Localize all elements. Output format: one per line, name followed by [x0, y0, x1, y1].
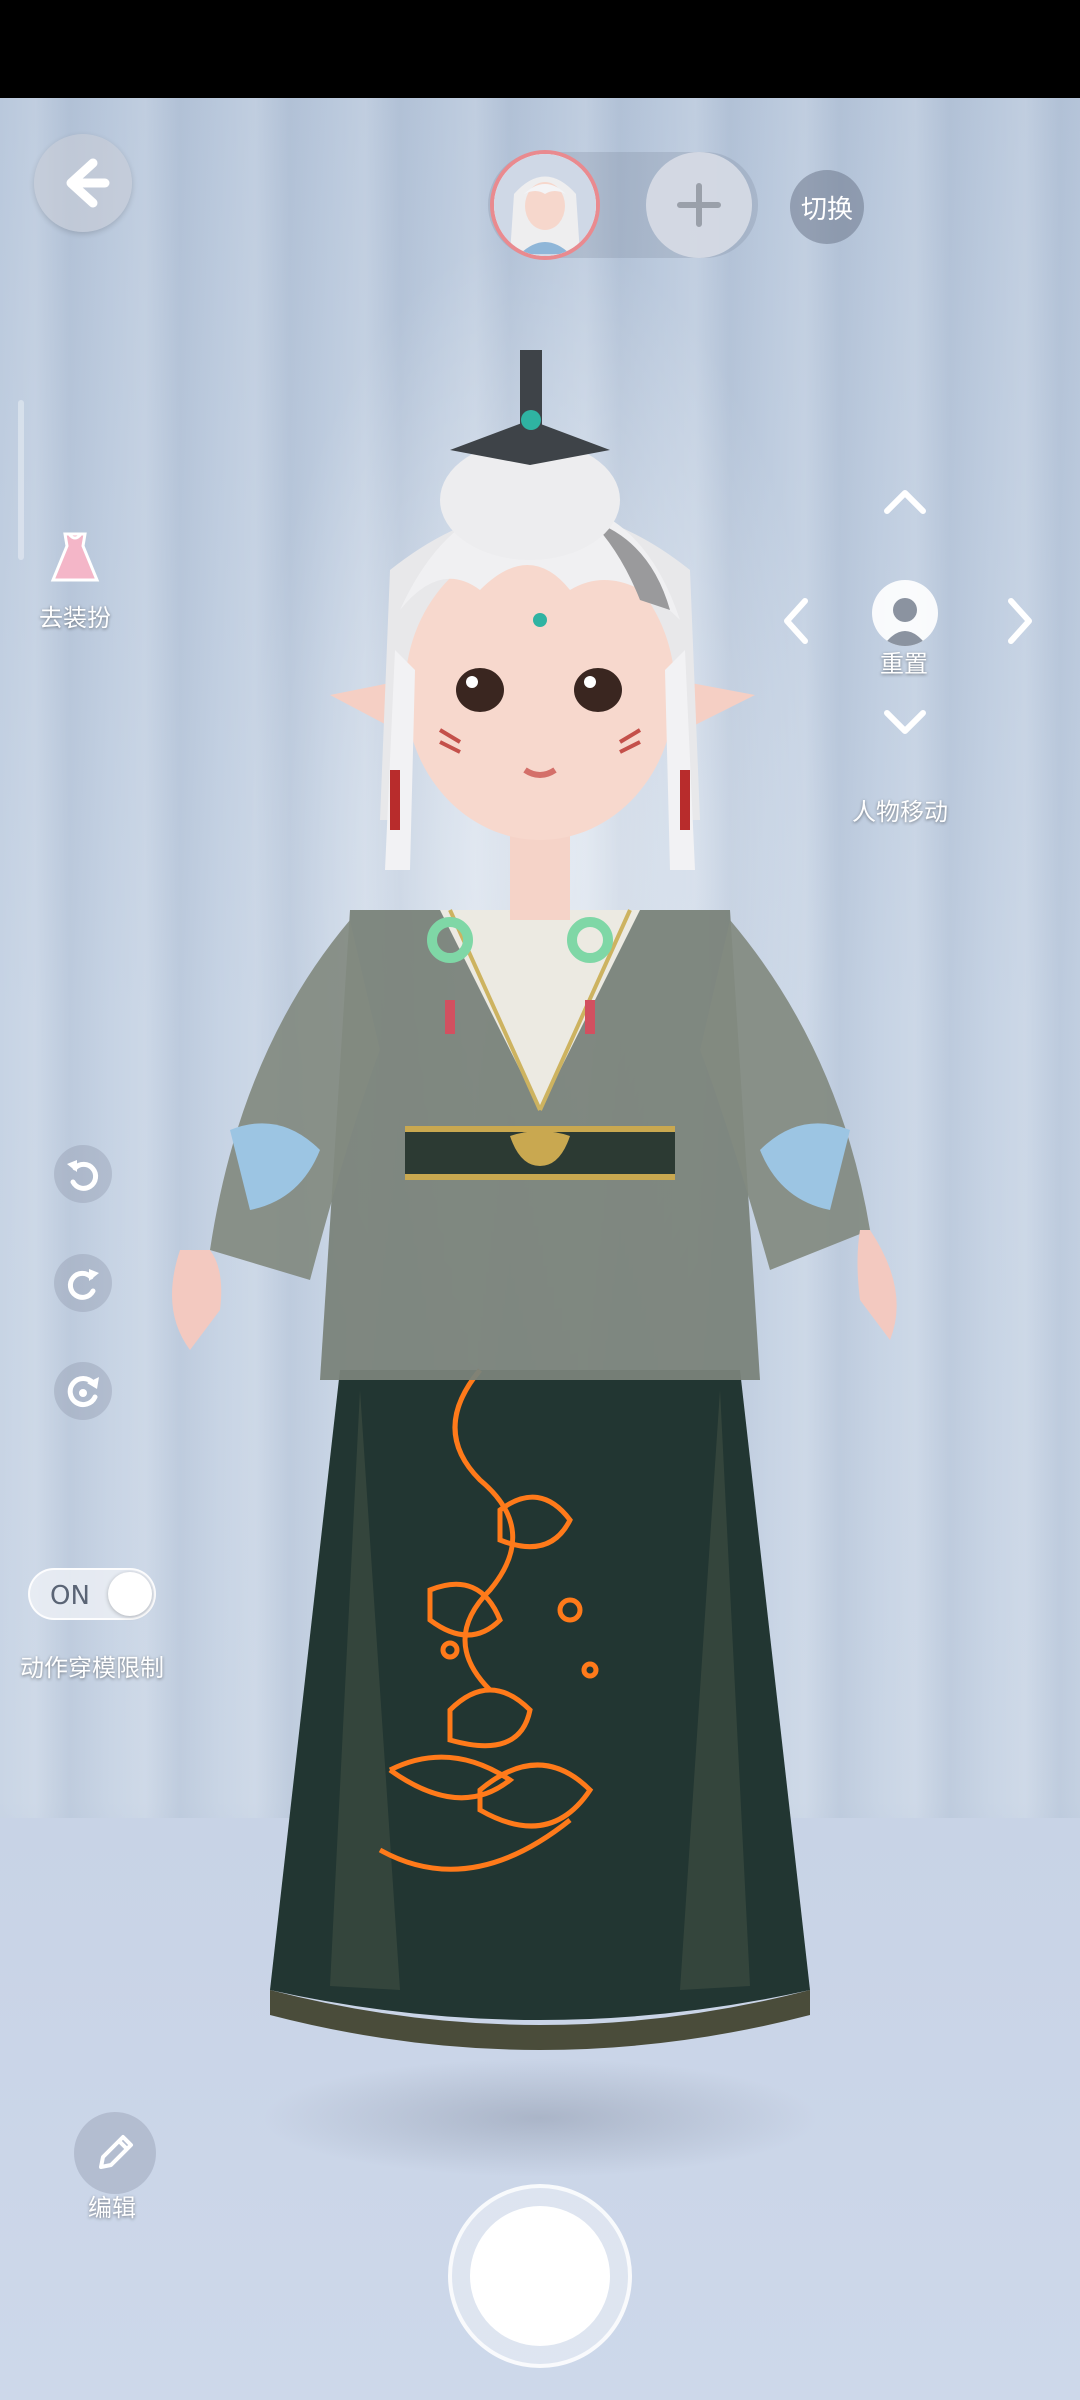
current-avatar-slot[interactable]	[490, 150, 600, 260]
avatar-thumbnail-icon	[494, 154, 596, 256]
character-move-label: 人物移动	[852, 798, 948, 826]
undo-icon	[67, 1160, 99, 1191]
chevron-left-icon	[784, 598, 808, 644]
clip-limit-toggle[interactable]: ON	[28, 1568, 156, 1620]
pencil-icon	[99, 2135, 133, 2169]
move-left-button[interactable]	[776, 594, 816, 648]
capture-button[interactable]	[470, 2206, 610, 2346]
undo-button[interactable]	[54, 1145, 112, 1203]
switch-button[interactable]: 切换	[790, 170, 864, 244]
move-up-button[interactable]	[880, 478, 930, 522]
reset-position-button[interactable]	[872, 580, 938, 646]
toggle-knob	[108, 1572, 152, 1616]
plus-icon	[677, 183, 721, 227]
edit-label: 编辑	[88, 2194, 136, 2222]
move-down-button[interactable]	[880, 702, 930, 746]
edit-button[interactable]	[74, 2112, 156, 2194]
chevron-right-icon	[1008, 598, 1032, 644]
dress-icon	[50, 532, 100, 582]
person-icon	[883, 598, 927, 646]
reset-label: 重置	[880, 650, 928, 678]
redo-button[interactable]	[54, 1254, 112, 1312]
clip-limit-label: 动作穿模限制	[20, 1654, 164, 1682]
side-scroll-track	[18, 400, 24, 560]
move-right-button[interactable]	[1000, 594, 1040, 648]
chevron-up-icon	[884, 490, 926, 514]
reset-pose-button[interactable]	[54, 1362, 112, 1420]
redo-icon	[67, 1269, 99, 1300]
back-button[interactable]	[34, 134, 132, 232]
chevron-down-icon	[884, 710, 926, 734]
status-bar	[0, 0, 1080, 98]
switch-label: 切换	[800, 194, 853, 225]
toggle-state-text: ON	[50, 1581, 90, 1611]
add-avatar-button[interactable]	[646, 152, 752, 258]
undress-label: 去装扮	[39, 604, 111, 632]
back-arrow-icon	[66, 158, 110, 208]
refresh-icon	[67, 1376, 99, 1408]
undress-button[interactable]: 去装扮	[30, 530, 120, 633]
